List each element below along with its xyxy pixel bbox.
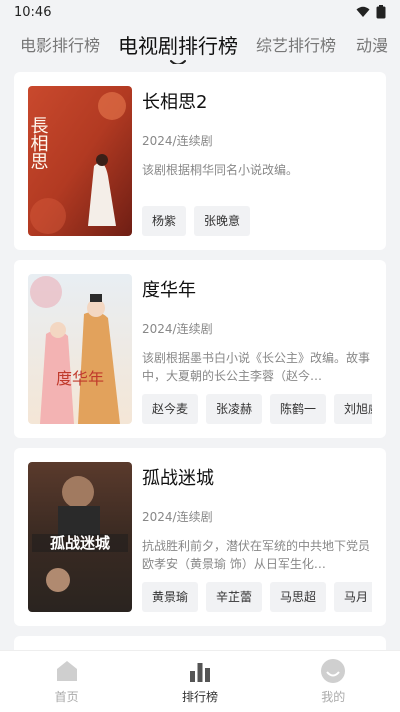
smiley-icon	[321, 659, 346, 683]
tab-variety[interactable]: 综艺排行榜	[246, 32, 346, 56]
nav-profile-label: 我的	[321, 690, 346, 704]
show-info: 度华年 2024/连续剧 该剧根据墨书白小说《长公主》改编。故事中，大夏朝的长公…	[142, 274, 372, 424]
tab-active-indicator	[170, 59, 187, 64]
wifi-icon	[356, 6, 370, 17]
tab-tv-series-label: 电视剧排行榜	[118, 33, 239, 58]
actor-tag[interactable]: 辛芷蕾	[206, 582, 263, 612]
status-time: 10:46	[14, 4, 52, 20]
actor-tag[interactable]: 杨紫	[142, 206, 187, 236]
tab-movies[interactable]: 电影排行榜	[0, 32, 110, 56]
poster-caption: 長相思	[28, 116, 49, 170]
nav-home-label: 首页	[54, 690, 79, 704]
actor-tag[interactable]: 赵今麦	[142, 394, 199, 424]
show-poster: 孤战迷城	[28, 462, 132, 612]
show-poster: 長相思	[28, 86, 132, 236]
show-poster: 度华年	[28, 274, 132, 424]
show-title: 孤战迷城	[142, 468, 214, 489]
show-title: 度华年	[142, 280, 196, 301]
home-icon	[56, 661, 77, 681]
ranking-list: 長相思 长相思2 2024/连续剧 该剧根据桐华同名小说改编。 杨紫 张晚意 度…	[14, 72, 386, 666]
actor-tag[interactable]: 陈鹤一	[270, 394, 327, 424]
show-card[interactable]: 孤战迷城 孤战迷城 2024/连续剧 抗战胜利前夕，潜伏在军统的中共地下党员欧孝…	[14, 448, 386, 626]
show-title: 长相思2	[142, 92, 208, 113]
actor-tag[interactable]: 张晚意	[194, 206, 251, 236]
nav-ranking-label: 排行榜	[181, 690, 218, 704]
actor-tag[interactable]: 刘旭威	[334, 394, 372, 424]
show-description: 该剧根据墨书白小说《长公主》改编。故事中，大夏朝的长公主李蓉（赵今…	[142, 351, 371, 383]
actor-tag[interactable]: 马月	[334, 582, 372, 612]
poster-caption: 孤战迷城	[50, 534, 110, 552]
tab-anime[interactable]: 动漫	[346, 32, 398, 56]
show-card[interactable]: 長相思 长相思2 2024/连续剧 该剧根据桐华同名小说改编。 杨紫 张晚意	[14, 72, 386, 250]
actor-tags: 杨紫 张晚意	[142, 206, 372, 236]
show-meta: 2024/连续剧	[142, 134, 213, 148]
status-bar: 10:46	[0, 0, 400, 24]
nav-home[interactable]: 首页	[27, 658, 107, 705]
actor-tags: 赵今麦 张凌赫 陈鹤一 刘旭威	[142, 394, 372, 424]
nav-profile[interactable]: 我的	[293, 658, 373, 705]
actor-tag[interactable]: 马思超	[270, 582, 327, 612]
poster-caption: 度华年	[56, 369, 104, 388]
tab-tv-series[interactable]: 电视剧排行榜	[110, 30, 246, 64]
actor-tag[interactable]: 张凌赫	[206, 394, 263, 424]
category-tabs: 电影排行榜 电视剧排行榜 综艺排行榜 动漫	[0, 24, 400, 64]
actor-tags: 黄景瑜 辛芷蕾 马思超 马月	[142, 582, 372, 612]
show-meta: 2024/连续剧	[142, 322, 213, 336]
actor-tag[interactable]: 黄景瑜	[142, 582, 199, 612]
nav-ranking[interactable]: 排行榜	[160, 658, 240, 705]
show-card[interactable]: 度华年 度华年 2024/连续剧 该剧根据墨书白小说《长公主》改编。故事中，大夏…	[14, 260, 386, 438]
show-description: 该剧根据桐华同名小说改编。	[142, 163, 299, 177]
battery-icon	[376, 5, 386, 19]
status-icons	[356, 5, 386, 19]
bottom-navigation: 首页 排行榜 我的	[0, 650, 400, 712]
show-info: 长相思2 2024/连续剧 该剧根据桐华同名小说改编。 杨紫 张晚意	[142, 86, 372, 236]
show-meta: 2024/连续剧	[142, 510, 213, 524]
show-info: 孤战迷城 2024/连续剧 抗战胜利前夕，潜伏在军统的中共地下党员欧孝安（黄景瑜…	[142, 462, 372, 612]
ranking-icon	[189, 663, 210, 682]
show-description: 抗战胜利前夕，潜伏在军统的中共地下党员欧孝安（黄景瑜 饰）从日军生化…	[142, 539, 371, 571]
